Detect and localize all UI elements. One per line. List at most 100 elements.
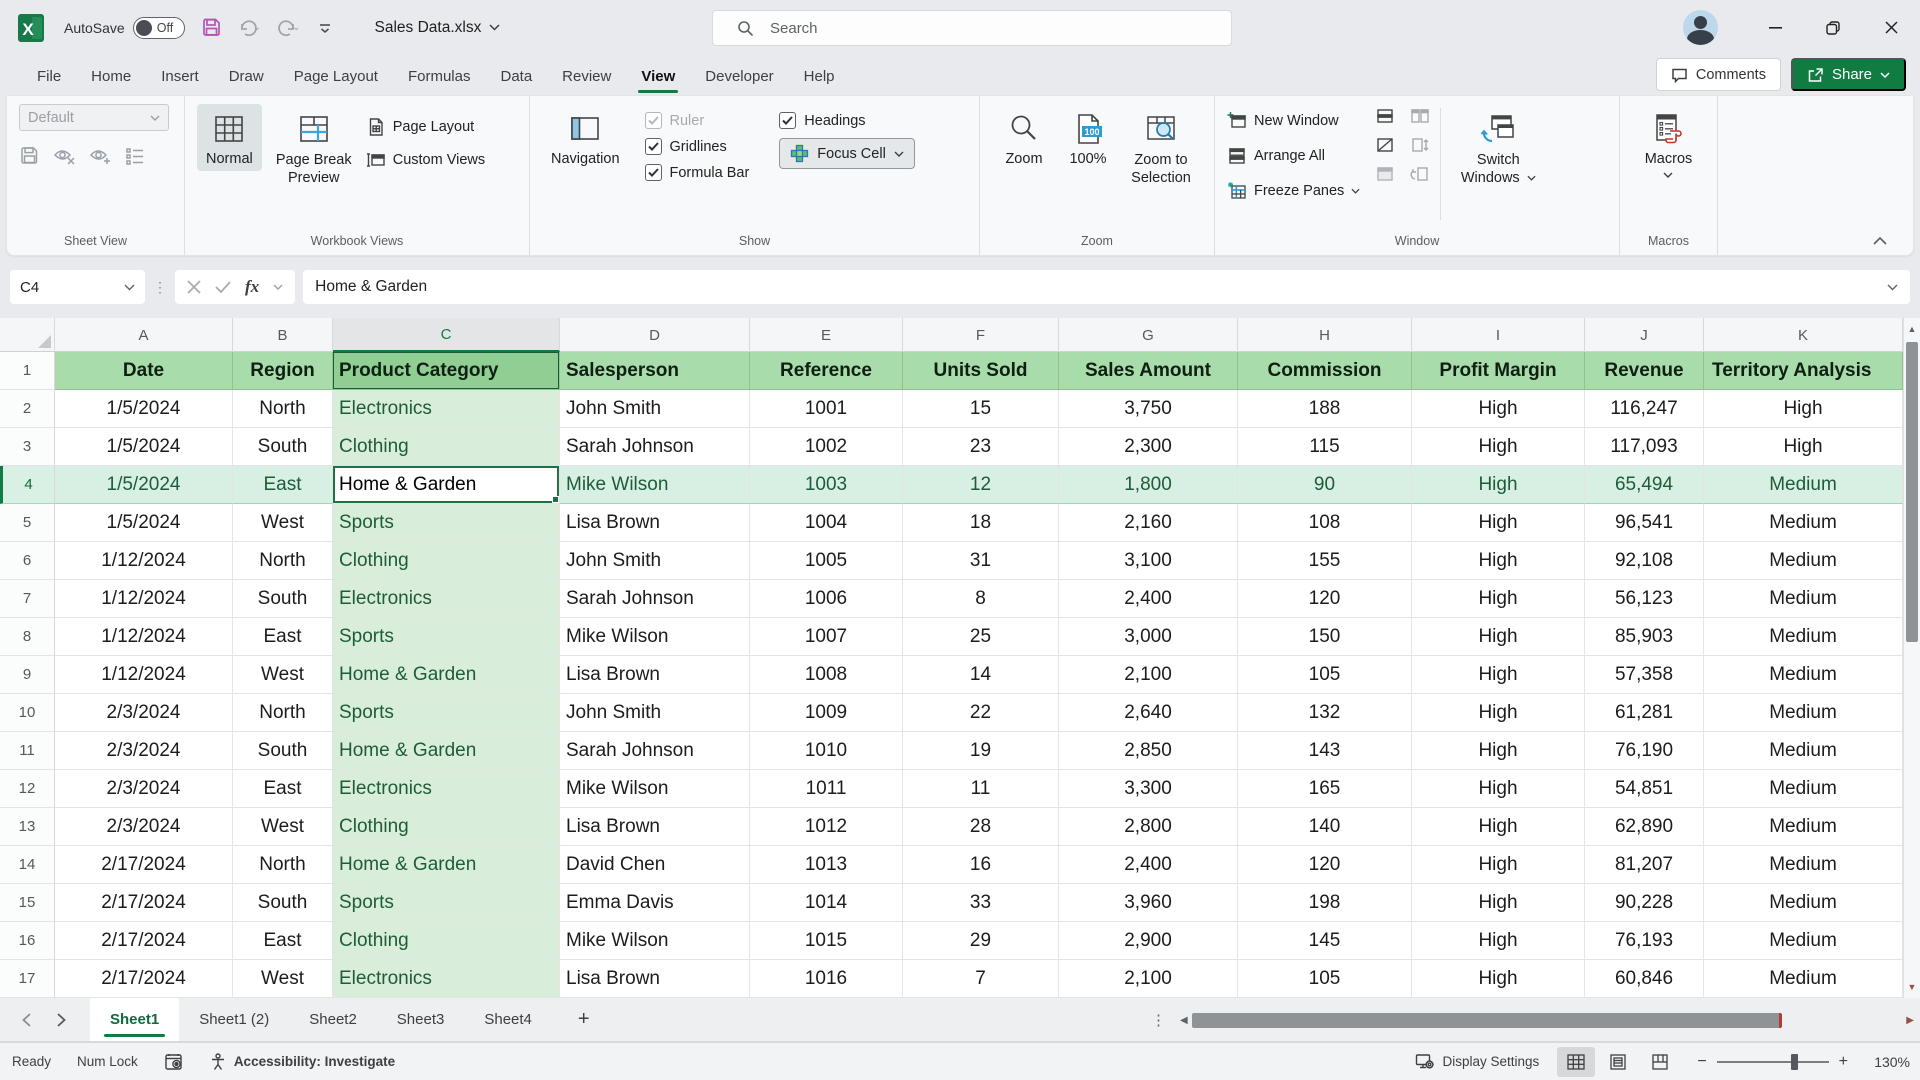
cell-G2[interactable]: 3,750 <box>1059 390 1238 428</box>
enter-icon[interactable] <box>215 281 231 293</box>
cell-F4[interactable]: 12 <box>903 466 1059 504</box>
cell-A14[interactable]: 2/17/2024 <box>55 846 233 884</box>
focus-cell-button[interactable]: Focus Cell <box>779 138 915 169</box>
cell-J17[interactable]: 60,846 <box>1585 960 1704 998</box>
new-window-button[interactable]: New Window <box>1227 108 1360 134</box>
cell-B5[interactable]: West <box>233 504 333 542</box>
row-header-14[interactable]: 14 <box>0 846 55 884</box>
cell-A15[interactable]: 2/17/2024 <box>55 884 233 922</box>
cell-K4[interactable]: Medium <box>1704 466 1903 504</box>
cell-K2[interactable]: High <box>1704 390 1903 428</box>
display-settings-button[interactable]: Display Settings <box>1415 1053 1540 1070</box>
cell-I3[interactable]: High <box>1412 428 1585 466</box>
cell-D10[interactable]: John Smith <box>560 694 750 732</box>
cell-I14[interactable]: High <box>1412 846 1585 884</box>
cell-B7[interactable]: South <box>233 580 333 618</box>
sheet-nav-right-icon[interactable] <box>57 1013 66 1027</box>
search-box[interactable] <box>712 10 1232 46</box>
cell-A3[interactable]: 1/5/2024 <box>55 428 233 466</box>
cell-K13[interactable]: Medium <box>1704 808 1903 846</box>
cell-J1[interactable]: Revenue <box>1585 352 1704 390</box>
cell-K15[interactable]: Medium <box>1704 884 1903 922</box>
cell-D2[interactable]: John Smith <box>560 390 750 428</box>
undo-button[interactable]: ⌄ <box>238 18 261 38</box>
cell-C6[interactable]: Clothing <box>333 542 560 580</box>
cell-G16[interactable]: 2,900 <box>1059 922 1238 960</box>
undo-dropdown-icon[interactable]: ⌄ <box>253 22 261 33</box>
cell-B6[interactable]: North <box>233 542 333 580</box>
cell-F9[interactable]: 14 <box>903 656 1059 694</box>
cell-C17[interactable]: Electronics <box>333 960 560 998</box>
insert-function-icon[interactable]: fx <box>245 277 259 297</box>
scroll-right-icon[interactable]: ▶ <box>1906 1015 1914 1026</box>
cell-G17[interactable]: 2,100 <box>1059 960 1238 998</box>
row-header-17[interactable]: 17 <box>0 960 55 998</box>
ribbon-tab-draw[interactable]: Draw <box>214 59 279 95</box>
horizontal-scrollbar[interactable]: ◀ ▶ <box>1180 998 1920 1042</box>
cell-G14[interactable]: 2,400 <box>1059 846 1238 884</box>
cell-F12[interactable]: 11 <box>903 770 1059 808</box>
row-header-6[interactable]: 6 <box>0 542 55 580</box>
cell-I4[interactable]: High <box>1412 466 1585 504</box>
cell-G4[interactable]: 1,800 <box>1059 466 1238 504</box>
redo-button[interactable]: ⌄ <box>277 18 300 38</box>
cell-C11[interactable]: Home & Garden <box>333 732 560 770</box>
cell-E1[interactable]: Reference <box>750 352 903 390</box>
cell-C7[interactable]: Electronics <box>333 580 560 618</box>
cell-J7[interactable]: 56,123 <box>1585 580 1704 618</box>
ribbon-tab-home[interactable]: Home <box>76 59 146 95</box>
ribbon-tab-view[interactable]: View <box>626 59 690 95</box>
cell-B8[interactable]: East <box>233 618 333 656</box>
cell-E6[interactable]: 1005 <box>750 542 903 580</box>
row-header-5[interactable]: 5 <box>0 504 55 542</box>
row-header-9[interactable]: 9 <box>0 656 55 694</box>
ribbon-tab-data[interactable]: Data <box>485 59 547 95</box>
cell-A4[interactable]: 1/5/2024 <box>55 466 233 504</box>
cell-I17[interactable]: High <box>1412 960 1585 998</box>
cell-I6[interactable]: High <box>1412 542 1585 580</box>
cancel-icon[interactable] <box>187 280 201 294</box>
cell-I15[interactable]: High <box>1412 884 1585 922</box>
cell-H1[interactable]: Commission <box>1238 352 1412 390</box>
column-header-I[interactable]: I <box>1412 318 1585 352</box>
formula-bar-checkbox[interactable]: Formula Bar <box>645 164 750 181</box>
cell-D1[interactable]: Salesperson <box>560 352 750 390</box>
hide-window-icon[interactable] <box>1376 137 1394 153</box>
cell-A8[interactable]: 1/12/2024 <box>55 618 233 656</box>
cell-J11[interactable]: 76,190 <box>1585 732 1704 770</box>
cell-G3[interactable]: 2,300 <box>1059 428 1238 466</box>
cell-F7[interactable]: 8 <box>903 580 1059 618</box>
cell-J3[interactable]: 117,093 <box>1585 428 1704 466</box>
sheet-bar-menu-icon[interactable]: ⋮ <box>1151 1011 1166 1029</box>
cell-E3[interactable]: 1002 <box>750 428 903 466</box>
column-header-E[interactable]: E <box>750 318 903 352</box>
headings-checkbox[interactable]: Headings <box>779 112 915 129</box>
fill-handle[interactable] <box>552 496 559 503</box>
macros-button[interactable]: Macros <box>1636 104 1702 182</box>
save-icon[interactable] <box>201 17 222 38</box>
cell-K17[interactable]: Medium <box>1704 960 1903 998</box>
cell-C13[interactable]: Clothing <box>333 808 560 846</box>
cell-G11[interactable]: 2,850 <box>1059 732 1238 770</box>
cell-K1[interactable]: Territory Analysis <box>1704 352 1903 390</box>
cell-H10[interactable]: 132 <box>1238 694 1412 732</box>
cell-F2[interactable]: 15 <box>903 390 1059 428</box>
cell-A5[interactable]: 1/5/2024 <box>55 504 233 542</box>
row-header-1[interactable]: 1 <box>0 352 55 390</box>
cell-H6[interactable]: 155 <box>1238 542 1412 580</box>
column-header-C[interactable]: C <box>333 318 560 352</box>
cell-D6[interactable]: John Smith <box>560 542 750 580</box>
vertical-scrollbar[interactable]: ▲ ▼ <box>1903 318 1920 998</box>
cell-C12[interactable]: Electronics <box>333 770 560 808</box>
cell-E10[interactable]: 1009 <box>750 694 903 732</box>
cell-H15[interactable]: 198 <box>1238 884 1412 922</box>
cell-G6[interactable]: 3,100 <box>1059 542 1238 580</box>
cell-E15[interactable]: 1014 <box>750 884 903 922</box>
cell-J14[interactable]: 81,207 <box>1585 846 1704 884</box>
zoom-in-button[interactable]: + <box>1839 1053 1848 1071</box>
zoom-percentage[interactable]: 130% <box>1866 1054 1910 1070</box>
cell-E14[interactable]: 1013 <box>750 846 903 884</box>
cell-C5[interactable]: Sports <box>333 504 560 542</box>
cell-J12[interactable]: 54,851 <box>1585 770 1704 808</box>
arrange-all-button[interactable]: Arrange All <box>1227 143 1360 169</box>
